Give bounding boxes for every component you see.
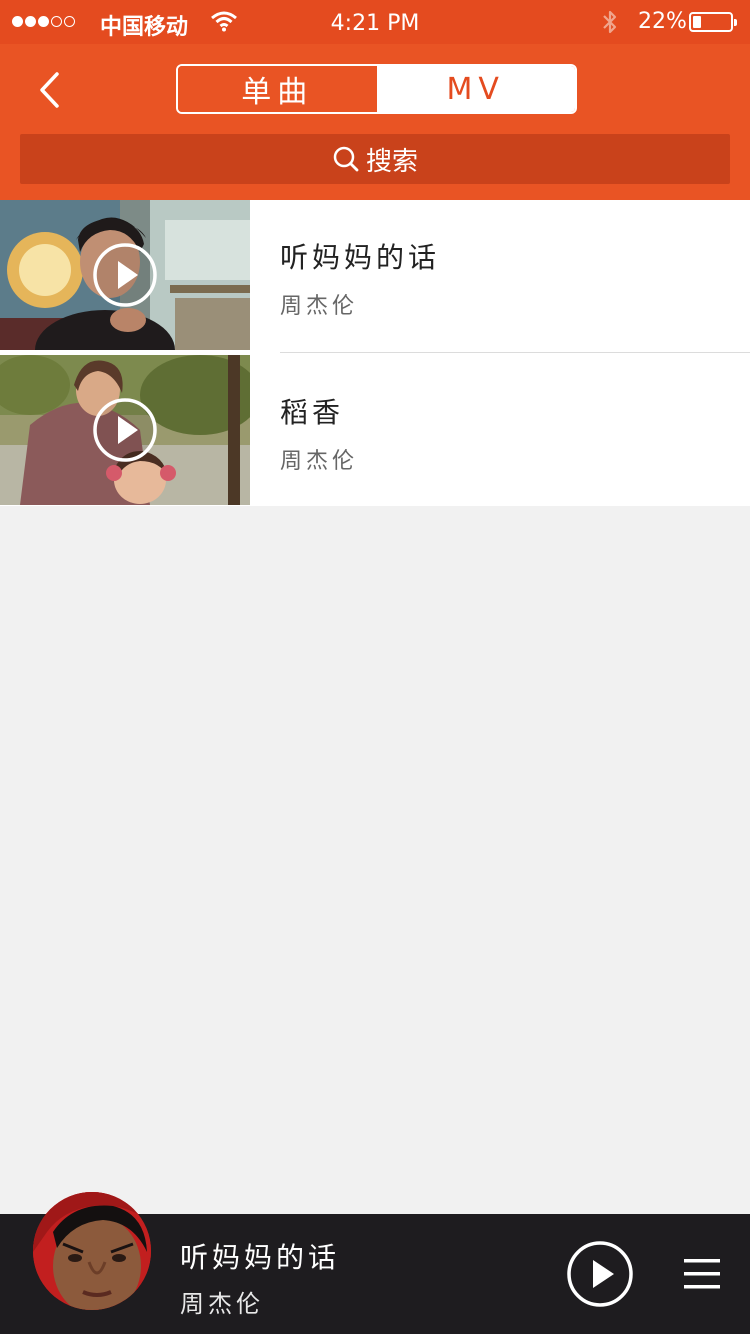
tab-mv[interactable]: MV xyxy=(376,66,575,112)
mv-thumbnail[interactable] xyxy=(0,200,250,350)
play-icon[interactable] xyxy=(566,1240,634,1308)
now-playing-artist: 周杰伦 xyxy=(180,1290,264,1318)
playlist-icon[interactable] xyxy=(682,1256,722,1292)
battery-percent: 22% xyxy=(638,9,687,34)
battery-icon xyxy=(689,12,737,32)
play-overlay-icon[interactable] xyxy=(92,397,158,463)
search-label: 搜索 xyxy=(365,146,418,177)
list-item[interactable]: 稻香 周杰伦 xyxy=(0,355,750,505)
search-bar[interactable]: 搜索 xyxy=(20,134,730,184)
album-art-avatar[interactable] xyxy=(33,1192,151,1310)
mv-title: 听妈妈的话 xyxy=(280,241,441,274)
album-art-image xyxy=(33,1192,151,1310)
mv-title: 稻香 xyxy=(280,396,345,429)
back-chevron-icon[interactable] xyxy=(24,66,74,114)
header: 单曲 MV 搜索 xyxy=(0,44,750,200)
status-bar: 中国移动 4:21 PM 22% xyxy=(0,0,750,44)
mv-list: 听妈妈的话 周杰伦 稻香 周杰伦 xyxy=(0,200,750,506)
now-playing-title: 听妈妈的话 xyxy=(180,1241,341,1274)
mv-thumbnail[interactable] xyxy=(0,355,250,505)
list-item[interactable]: 听妈妈的话 周杰伦 xyxy=(0,200,750,353)
tab-singles[interactable]: 单曲 xyxy=(178,66,377,112)
row-divider xyxy=(280,352,750,353)
now-playing-bar[interactable]: 听妈妈的话 周杰伦 xyxy=(0,1192,750,1334)
mv-artist: 周杰伦 xyxy=(280,294,359,319)
play-overlay-icon[interactable] xyxy=(92,242,158,308)
mv-artist: 周杰伦 xyxy=(280,449,359,474)
search-icon xyxy=(333,146,359,172)
bluetooth-icon xyxy=(603,10,617,34)
segmented-control: 单曲 MV xyxy=(176,64,577,114)
battery-level-fill xyxy=(693,16,701,28)
